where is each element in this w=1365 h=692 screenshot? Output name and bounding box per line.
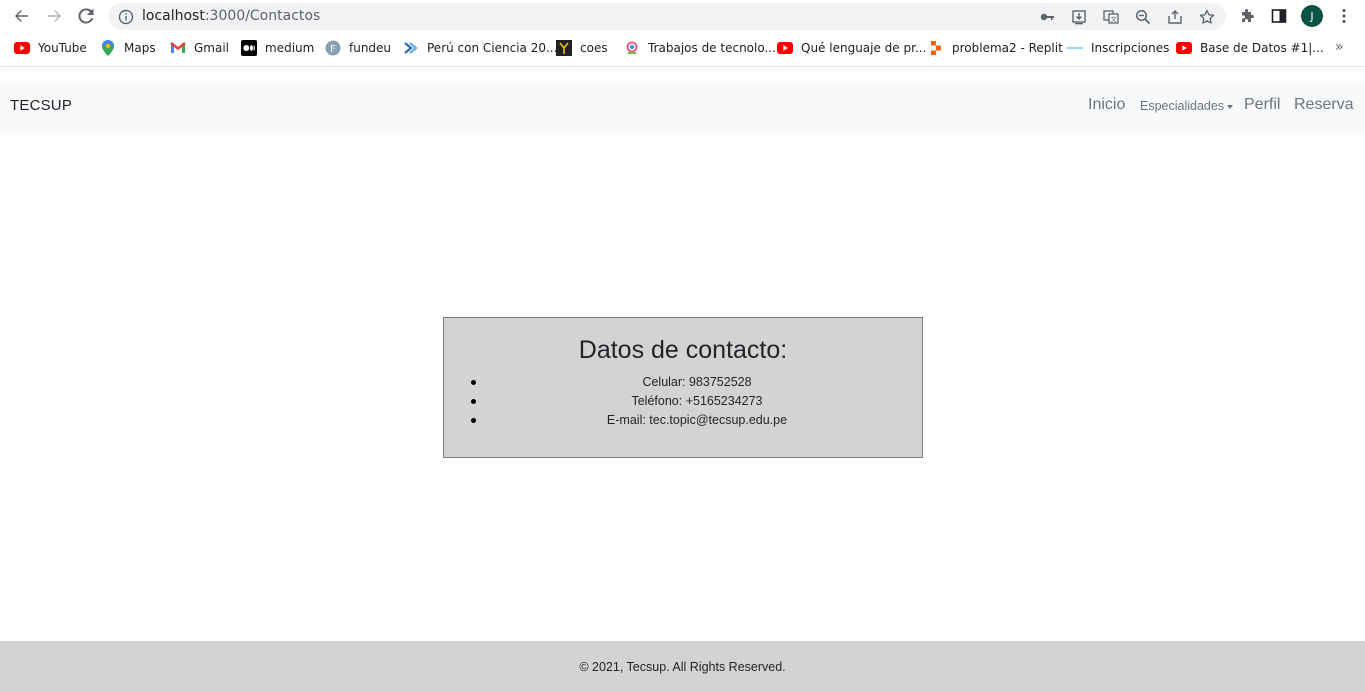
- bookmark-peru-ciencia[interactable]: Perú con Ciencia 20...: [403, 39, 557, 57]
- contact-item-text: E-mail: tec.topic@tecsup.edu.pe: [606, 413, 788, 427]
- contact-item-celular: Celular: 983752528: [471, 373, 912, 392]
- bullet-icon: [471, 399, 476, 404]
- nav-link-reserva[interactable]: Reserva: [1294, 96, 1354, 114]
- bookmark-label: Inscripciones: [1091, 41, 1170, 55]
- bookmark-label: YouTube: [38, 41, 87, 55]
- bookmark-label: Base de Datos #1|...: [1200, 41, 1324, 55]
- side-panel-icon[interactable]: [1270, 7, 1288, 25]
- arrow-icon: [403, 40, 419, 56]
- bullet-icon: [471, 418, 476, 423]
- site-footer: © 2021, Tecsup. All Rights Reserved.: [0, 641, 1365, 692]
- youtube-icon: [777, 40, 793, 56]
- bookmarks-more-chevron-icon[interactable]: »: [1335, 39, 1344, 55]
- contact-item-email: E-mail: tec.topic@tecsup.edu.pe: [471, 411, 912, 430]
- bookmark-label: coes: [580, 41, 608, 55]
- bookmark-star-icon[interactable]: [1199, 9, 1215, 25]
- bookmark-base-datos[interactable]: Base de Datos #1|...: [1176, 39, 1324, 57]
- bookmark-label: problema2 - Replit: [952, 41, 1063, 55]
- url-text: localhost:3000/Contactos: [142, 8, 320, 24]
- info-icon[interactable]: [118, 9, 134, 25]
- bookmarks-bar: YouTube Maps Gmail medium F fundeu Perú …: [0, 36, 1365, 60]
- url-host: localhost: [142, 8, 205, 24]
- zoom-icon[interactable]: [1135, 9, 1151, 25]
- caret-down-icon: [1227, 104, 1234, 109]
- back-button[interactable]: [11, 5, 33, 27]
- bookmark-replit[interactable]: problema2 - Replit: [928, 39, 1063, 57]
- menu-kebab-icon[interactable]: [1335, 7, 1353, 25]
- address-bar[interactable]: localhost:3000/Contactos 文: [108, 3, 1226, 30]
- bookmark-label: Qué lenguaje de pr...: [801, 41, 927, 55]
- bookmark-label: Gmail: [194, 41, 230, 55]
- bookmark-label: fundeu: [349, 41, 392, 55]
- medium-icon: [241, 40, 257, 56]
- fundeu-icon: F: [325, 40, 341, 56]
- contact-card: Datos de contacto: Celular: 983752528 Te…: [443, 317, 923, 458]
- bookmark-maps[interactable]: Maps: [100, 39, 156, 57]
- maps-icon: [100, 40, 116, 56]
- install-icon[interactable]: [1071, 9, 1087, 25]
- contact-title: Datos de contacto:: [578, 336, 788, 364]
- nav-link-perfil[interactable]: Perfil: [1244, 96, 1280, 114]
- bookmark-inscripciones[interactable]: Inscripciones: [1067, 39, 1169, 57]
- contact-item-text: Celular: 983752528: [642, 375, 752, 389]
- forward-arrow-icon: [48, 10, 61, 22]
- bookmark-label: Trabajos de tecnolo...: [648, 41, 776, 55]
- chrome-divider: [0, 66, 1365, 67]
- url-path: :3000/Contactos: [204, 8, 321, 24]
- footer-copyright: © 2021, Tecsup. All Rights Reserved.: [579, 660, 786, 674]
- nav-dropdown-label: Especialidades: [1140, 99, 1225, 113]
- bookmark-coes[interactable]: coes: [556, 39, 608, 57]
- gmail-icon: [170, 40, 186, 56]
- bookmark-label: Maps: [124, 41, 156, 55]
- browser-toolbar: localhost:3000/Contactos 文 J: [0, 0, 1365, 33]
- nav-link-inicio[interactable]: Inicio: [1088, 96, 1125, 114]
- reload-button[interactable]: [75, 5, 97, 27]
- contact-list: Celular: 983752528 Teléfono: +5165234273…: [471, 373, 912, 430]
- contact-item-text: Teléfono: +5165234273: [631, 394, 763, 408]
- bookmark-que-lenguaje[interactable]: Qué lenguaje de pr...: [777, 39, 926, 57]
- bookmark-fundeu[interactable]: F fundeu: [325, 39, 391, 57]
- bookmark-trabajos[interactable]: Trabajos de tecnolo...: [624, 39, 776, 57]
- reload-icon: [78, 8, 94, 24]
- dash-icon: [1067, 40, 1083, 56]
- coes-icon: [556, 40, 572, 56]
- contact-item-telefono: Teléfono: +5165234273: [471, 392, 912, 411]
- translate-icon[interactable]: 文: [1103, 9, 1119, 25]
- bookmark-label: Perú con Ciencia 20...: [427, 41, 558, 55]
- profile-avatar[interactable]: J: [1301, 5, 1323, 27]
- svg-text:文: 文: [1111, 16, 1117, 24]
- bullet-icon: [471, 380, 476, 385]
- bookmark-medium[interactable]: medium: [241, 39, 314, 57]
- forward-button[interactable]: [43, 5, 65, 27]
- youtube-icon: [1176, 40, 1192, 56]
- svg-text:F: F: [330, 44, 336, 55]
- nav-dropdown-especialidades[interactable]: Especialidades: [1140, 99, 1234, 113]
- bookmark-youtube[interactable]: YouTube: [14, 39, 87, 57]
- search-jobs-icon: [624, 40, 640, 56]
- extensions-icon[interactable]: [1239, 7, 1257, 25]
- key-icon[interactable]: [1039, 9, 1055, 25]
- youtube-icon: [14, 40, 30, 56]
- bookmark-gmail[interactable]: Gmail: [170, 39, 229, 57]
- replit-icon: [928, 40, 944, 56]
- brand-logo-text[interactable]: TECSUP: [10, 97, 72, 114]
- share-icon[interactable]: [1167, 9, 1183, 25]
- back-arrow-icon: [15, 10, 28, 22]
- site-navbar: TECSUP Inicio Especialidades Perfil Rese…: [0, 83, 1365, 133]
- bookmark-label: medium: [265, 41, 315, 55]
